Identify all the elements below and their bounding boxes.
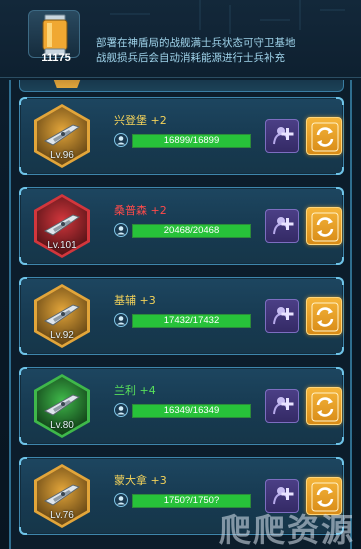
add-troops-icon bbox=[273, 307, 294, 325]
ship-card[interactable]: Lv.101 桑普森 +2 20468/20468 bbox=[19, 187, 344, 265]
refresh-button[interactable] bbox=[306, 297, 342, 335]
troop-icon bbox=[114, 403, 128, 417]
troop-hp-text: 16899/16899 bbox=[163, 135, 220, 146]
header-description: 部署在神盾局的战舰满士兵状态可守卫基地 战舰损兵后会自动消耗能源进行士兵补充 bbox=[96, 36, 356, 66]
ship-level: Lv.96 bbox=[50, 150, 74, 161]
ship-card[interactable]: Lv.80 兰利 +4 16349/16349 bbox=[19, 367, 344, 445]
partial-card bbox=[19, 80, 344, 92]
add-troops-button[interactable] bbox=[265, 389, 299, 423]
add-troops-icon bbox=[273, 127, 294, 145]
troop-hp-bar: 20468/20468 bbox=[132, 224, 251, 238]
ship-card[interactable]: Lv.92 基辅 +3 17432/17432 bbox=[19, 277, 344, 355]
troop-icon bbox=[114, 223, 128, 237]
ship-name: 桑普森 +2 bbox=[114, 204, 167, 217]
troop-icon bbox=[114, 133, 128, 147]
ship-name: 兴登堡 +2 bbox=[114, 114, 167, 127]
description-line-2: 战舰损兵后会自动消耗能源进行士兵补充 bbox=[96, 52, 285, 64]
refresh-icon bbox=[311, 122, 339, 152]
add-troops-button[interactable] bbox=[265, 209, 299, 243]
ship-card[interactable]: Lv.96 兴登堡 +2 16899/16899 bbox=[19, 97, 344, 175]
energy-value: 11175 bbox=[41, 52, 71, 64]
ship-icon bbox=[43, 304, 81, 326]
troop-hp-text: 20468/20468 bbox=[163, 225, 220, 236]
refresh-button[interactable] bbox=[306, 387, 342, 425]
add-troops-button[interactable] bbox=[265, 119, 299, 153]
watermark: 爬爬资源 bbox=[218, 511, 355, 549]
ship-level: Lv.80 bbox=[50, 420, 74, 431]
troop-hp-bar: 16349/16349 bbox=[132, 404, 251, 418]
ship-name: 蒙大拿 +3 bbox=[114, 474, 167, 487]
ship-icon bbox=[43, 484, 81, 506]
refresh-button[interactable] bbox=[306, 117, 342, 155]
description-line-1: 部署在神盾局的战舰满士兵状态可守卫基地 bbox=[96, 37, 296, 49]
add-troops-icon bbox=[273, 397, 294, 415]
troop-icon bbox=[114, 493, 128, 507]
energy-canister-icon bbox=[28, 10, 80, 58]
ship-icon bbox=[43, 394, 81, 416]
troop-hp-text: 16349/16349 bbox=[163, 405, 220, 416]
troop-hp-bar: 17432/17432 bbox=[132, 314, 251, 328]
troop-icon bbox=[114, 313, 128, 327]
ship-icon bbox=[43, 214, 81, 236]
header-panel: 11175 部署在神盾局的战舰满士兵状态可守卫基地 战舰损兵后会自动消耗能源进行… bbox=[0, 0, 361, 78]
refresh-icon bbox=[311, 212, 339, 242]
add-troops-icon bbox=[273, 217, 294, 235]
refresh-icon bbox=[311, 392, 339, 422]
ship-level: Lv.92 bbox=[50, 330, 74, 341]
ship-list[interactable]: Lv.96 兴登堡 +2 16899/16899 Lv.101 桑普森 +2 2… bbox=[9, 80, 352, 549]
troop-hp-text: 17432/17432 bbox=[163, 315, 220, 326]
add-troops-button[interactable] bbox=[265, 299, 299, 333]
troop-hp-bar: 16899/16899 bbox=[132, 134, 251, 148]
ship-icon bbox=[43, 124, 81, 146]
ship-level: Lv.101 bbox=[47, 240, 77, 251]
ship-name: 兰利 +4 bbox=[114, 384, 156, 397]
refresh-button[interactable] bbox=[306, 207, 342, 245]
refresh-icon bbox=[311, 302, 339, 332]
ship-name: 基辅 +3 bbox=[114, 294, 156, 307]
ship-level: Lv.76 bbox=[50, 510, 74, 521]
